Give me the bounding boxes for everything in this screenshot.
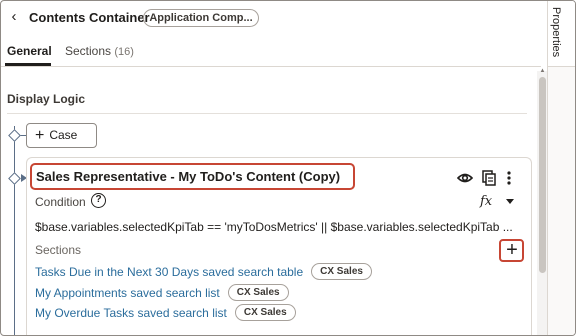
chevron-left-icon[interactable]: ‹ bbox=[7, 9, 21, 25]
tab-sections-label: Sections bbox=[65, 44, 112, 58]
add-case-label: Case bbox=[49, 128, 78, 142]
list-item: My Overdue Tasks saved search list CX Sa… bbox=[35, 304, 296, 321]
tree-node-diamond-icon bbox=[8, 129, 21, 142]
plus-icon: + bbox=[35, 127, 45, 144]
application-component-chip[interactable]: Application Comp... bbox=[143, 9, 259, 27]
copy-icon[interactable] bbox=[480, 169, 498, 187]
sections-label: Sections bbox=[35, 243, 82, 257]
add-section-plus-icon[interactable]: + bbox=[503, 240, 521, 260]
section-link[interactable]: Tasks Due in the Next 30 Days saved sear… bbox=[35, 265, 303, 279]
scrollbar-thumb[interactable] bbox=[539, 77, 546, 273]
page-title: Contents Container bbox=[29, 10, 150, 25]
cx-sales-badge: CX Sales bbox=[227, 284, 289, 301]
cx-sales-badge: CX Sales bbox=[234, 304, 296, 321]
condition-expression[interactable]: $base.variables.selectedKpiTab == 'myToD… bbox=[35, 220, 515, 234]
tab-sections[interactable]: Sections (16) bbox=[65, 44, 134, 58]
active-tab-indicator bbox=[5, 63, 51, 66]
cx-sales-badge: CX Sales bbox=[311, 263, 372, 280]
tree-node-diamond-icon bbox=[8, 172, 21, 185]
add-case-button[interactable]: + Case bbox=[26, 123, 97, 148]
condition-label: Condition bbox=[35, 195, 86, 209]
properties-tab-label: Properties bbox=[550, 7, 562, 58]
display-logic-heading: Display Logic bbox=[7, 92, 86, 106]
divider bbox=[7, 113, 527, 114]
tab-general[interactable]: General bbox=[7, 44, 52, 58]
section-link[interactable]: My Overdue Tasks saved search list bbox=[35, 306, 227, 320]
more-options-icon[interactable] bbox=[500, 169, 518, 187]
tree-line bbox=[14, 126, 15, 335]
properties-frame: ‹ Contents Container Application Comp...… bbox=[0, 0, 576, 336]
list-item: My Appointments saved search list CX Sal… bbox=[35, 284, 289, 301]
case-title: Sales Representative - My ToDo's Content… bbox=[36, 169, 341, 184]
list-item: Tasks Due in the Next 30 Days saved sear… bbox=[35, 263, 372, 280]
eye-icon[interactable] bbox=[456, 169, 474, 187]
fx-icon[interactable]: fx bbox=[480, 194, 492, 209]
chevron-down-icon[interactable] bbox=[506, 199, 514, 204]
help-icon[interactable]: ? bbox=[91, 193, 106, 208]
section-link[interactable]: My Appointments saved search list bbox=[35, 286, 220, 300]
tab-sections-count: (16) bbox=[114, 46, 134, 58]
tab-bar: General Sections (16) bbox=[1, 35, 541, 67]
scroll-up-icon[interactable]: ▲ bbox=[538, 67, 547, 75]
